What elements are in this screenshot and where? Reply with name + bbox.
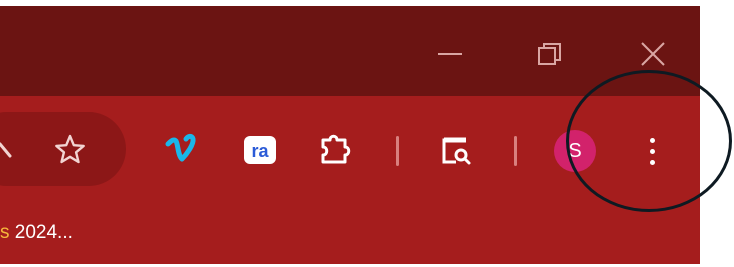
close-icon — [641, 42, 665, 66]
title-bar — [0, 6, 700, 96]
svg-text:ra: ra — [251, 141, 269, 161]
toolbar-separator — [514, 136, 517, 166]
vimeo-extension-button[interactable] — [162, 130, 202, 170]
minimize-icon — [438, 53, 462, 55]
tab-search-button[interactable] — [436, 130, 476, 170]
annotation-circle — [566, 70, 732, 212]
restore-button[interactable] — [530, 34, 570, 74]
ra-extension-button[interactable]: ra — [240, 130, 280, 170]
search-icon[interactable] — [0, 130, 36, 170]
bookmark-item-label: 2024... — [9, 222, 73, 243]
vimeo-icon — [165, 133, 196, 162]
bookmark-star-icon[interactable] — [50, 130, 90, 170]
extensions-puzzle-icon — [321, 134, 351, 164]
bookmark-item[interactable]: s 2024... — [0, 218, 73, 248]
restore-icon — [538, 43, 561, 65]
extensions-button[interactable] — [315, 130, 355, 170]
address-bar[interactable] — [0, 112, 126, 186]
toolbar-separator — [396, 136, 399, 166]
close-button[interactable] — [633, 34, 673, 74]
tab-search-icon — [442, 137, 471, 165]
ra-extension-icon: ra — [244, 136, 276, 164]
minimize-button[interactable] — [430, 34, 470, 74]
bookmark-item-prefix: s — [0, 222, 10, 243]
